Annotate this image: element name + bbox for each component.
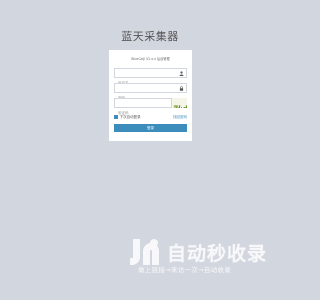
login-box: BlueCaiji V2.x.x 后台管理 7kdt	[109, 50, 192, 141]
login-page: 蓝天采集器 BlueCaiji V2.x.x 后台管理 用户名 验证码 下次自动…	[0, 0, 300, 300]
watermark-brand: 自动秒收录	[167, 243, 268, 265]
captcha-text: 7kdt	[173, 104, 187, 108]
lock-icon	[179, 86, 184, 91]
captcha-graphic: 7kdt	[173, 104, 187, 108]
watermark: 自动秒收录 做上链接→来访一次→自动收录	[128, 237, 283, 275]
captcha-row: 7kdt	[114, 98, 187, 117]
forgot-password-link[interactable]: 找回密码	[173, 113, 187, 121]
remember-checkbox[interactable]	[114, 115, 118, 119]
remember-label: 下次自动登录	[119, 115, 141, 119]
watermark-slogan: 做上链接→来访一次→自动收录	[138, 266, 232, 274]
password-field	[114, 83, 187, 102]
user-icon	[179, 71, 184, 76]
login-box-message: BlueCaiji V2.x.x 后台管理	[131, 57, 170, 61]
captcha-image[interactable]: 7kdt	[172, 98, 187, 108]
remember-row: 下次自动登录 找回密码	[114, 113, 187, 121]
login-button[interactable]: 登录	[114, 124, 187, 132]
app-title: 蓝天采集器	[121, 30, 179, 43]
captcha-field	[114, 98, 172, 117]
username-field	[114, 68, 187, 87]
